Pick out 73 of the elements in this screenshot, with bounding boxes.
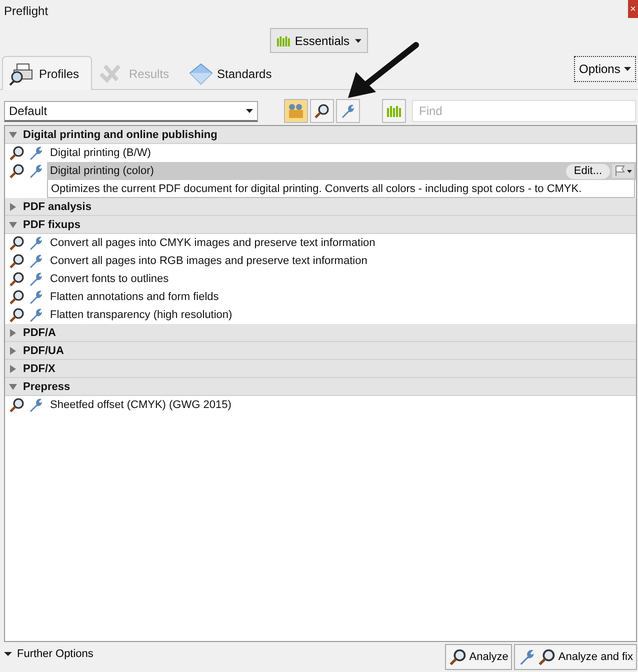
group-header[interactable]: Prepress: [5, 378, 636, 396]
magnifier-icon: [9, 253, 25, 269]
group-title: PDF/X: [23, 362, 56, 374]
wrench-icon: [28, 307, 44, 323]
tab[interactable]: Standards: [182, 56, 285, 90]
group-header[interactable]: PDF/A: [5, 324, 636, 342]
group-title: PDF/UA: [23, 344, 64, 356]
bar-chart-icon: [277, 34, 290, 46]
edit-button[interactable]: Edit...: [566, 164, 610, 178]
group-header[interactable]: PDF fixups: [5, 216, 636, 234]
magnifier-icon: [9, 145, 25, 161]
magnifier-icon: [9, 307, 25, 323]
magnifier-icon: [9, 271, 25, 287]
wrench-icon: [28, 397, 44, 413]
profile-dropdown[interactable]: Default: [4, 100, 258, 122]
search-field[interactable]: Find: [412, 100, 636, 122]
close-button[interactable]: ×: [628, 0, 638, 18]
group-title: PDF fixups: [23, 218, 80, 230]
group-title: Digital printing and online publishing: [23, 128, 218, 140]
group-title: PDF/A: [23, 326, 56, 338]
profile-item[interactable]: Flatten annotations and form fields: [47, 288, 636, 306]
magnifier-icon: [9, 289, 25, 305]
profile-item[interactable]: Convert fonts to outlines: [47, 270, 636, 288]
magnifier-icon: [9, 397, 25, 413]
wrench-icon: [28, 163, 44, 179]
collapse-triangle-icon[interactable]: [9, 382, 17, 390]
collapse-triangle-icon[interactable]: [9, 130, 17, 138]
group-header[interactable]: PDF/UA: [5, 342, 636, 360]
window-title: Preflight: [4, 4, 48, 18]
group-title: Prepress: [23, 380, 70, 392]
caret-icon: [624, 67, 631, 71]
expand-triangle-icon[interactable]: [9, 346, 17, 354]
wrench-icon: [28, 235, 44, 251]
expand-triangle-icon[interactable]: [9, 202, 17, 210]
expand-triangle-icon[interactable]: [9, 328, 17, 336]
workspace-button[interactable]: Essentials: [270, 28, 368, 53]
printer-magnifier-icon: [9, 62, 35, 86]
profile-item[interactable]: Convert all pages into CMYK images and preserve text information: [47, 234, 636, 252]
toolbox-icon: [287, 103, 305, 119]
caret-icon: [246, 108, 253, 112]
wrench-icon: [28, 271, 44, 287]
further-options-toggle[interactable]: Further Options: [4, 644, 94, 664]
profile-item[interactable]: Digital printing (color) Edit...: [47, 162, 636, 180]
wrench-icon: [28, 253, 44, 269]
magnifier-icon: [9, 163, 25, 179]
magnifier-icon: [449, 648, 468, 666]
diamond-icon: [189, 62, 214, 84]
profile-item[interactable]: Sheetfed offset (CMYK) (GWG 2015): [47, 396, 636, 414]
expand-triangle-icon[interactable]: [9, 364, 17, 372]
group-header[interactable]: PDF/X: [5, 360, 636, 378]
toolbar-button[interactable]: [310, 99, 334, 123]
magnifier-icon: [9, 235, 25, 251]
wrench-icon: [28, 145, 44, 161]
wrench-icon: [28, 289, 44, 305]
profile-item[interactable]: Convert all pages into RGB images and preserve text information: [47, 252, 636, 270]
analyze-button[interactable]: Analyze: [445, 644, 512, 670]
group-header[interactable]: Digital printing and online publishing: [5, 126, 636, 144]
options-button[interactable]: Options: [574, 56, 636, 82]
collapse-triangle-icon: [4, 650, 12, 658]
magnifier-icon: [314, 103, 330, 119]
magnifier-icon: [538, 648, 556, 666]
wrench-icon: [518, 648, 536, 666]
group-header[interactable]: PDF analysis: [5, 198, 636, 216]
flag-dropdown-icon[interactable]: [612, 164, 634, 178]
wrench-icon: [340, 103, 356, 119]
caret-icon: [354, 38, 361, 42]
bar-chart-icon: [387, 105, 401, 117]
tab[interactable]: Profiles: [2, 56, 92, 90]
analyze-button[interactable]: Analyze and fix: [514, 644, 637, 670]
profile-item[interactable]: Digital printing (B/W): [47, 144, 636, 162]
profile-item[interactable]: Flatten transparency (high resolution): [47, 306, 636, 324]
group-title: PDF analysis: [23, 200, 92, 212]
collapse-triangle-icon[interactable]: [9, 220, 17, 228]
